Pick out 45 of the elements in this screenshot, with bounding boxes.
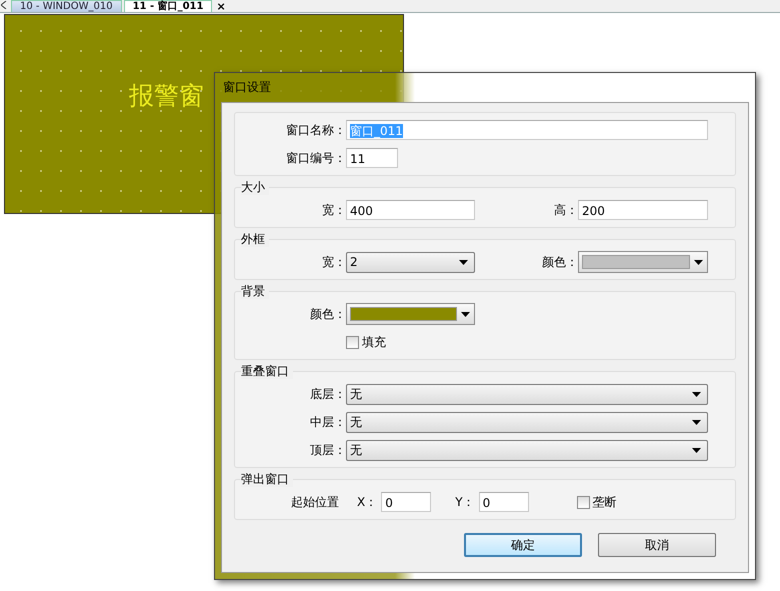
tab[interactable]: 11 - 窗口_011: [124, 0, 212, 12]
group-title: 重叠窗口: [241, 363, 293, 379]
dropdown[interactable]: 无: [346, 384, 708, 404]
dropdown[interactable]: 无: [346, 440, 708, 460]
input-field[interactable]: 0: [478, 492, 529, 512]
field-label: 顶层：: [309, 442, 346, 458]
input-field[interactable]: 200: [578, 200, 708, 220]
field-label: 窗口编号：: [285, 150, 346, 166]
checkbox[interactable]: 垄断: [576, 494, 617, 510]
field-label: 中层：: [309, 414, 346, 430]
caret-icon: [459, 260, 468, 264]
caret-icon: [692, 448, 701, 452]
field-label: 底层：: [309, 386, 346, 402]
field-label: X：: [357, 494, 378, 510]
field-label: 宽：: [321, 254, 346, 270]
dropdown[interactable]: 2: [346, 252, 475, 272]
checkbox[interactable]: 填充: [346, 334, 475, 350]
input-field[interactable]: 0: [381, 492, 432, 512]
dropdown[interactable]: 无: [346, 412, 708, 432]
group-title: 弹出窗口: [241, 471, 293, 487]
color-dropdown[interactable]: [346, 303, 475, 325]
color-dropdown[interactable]: [578, 251, 708, 273]
group-title: 背景: [241, 283, 269, 299]
caret-icon: [694, 260, 703, 264]
caret-icon: [461, 312, 470, 316]
dialog-title: 窗口设置: [222, 79, 272, 96]
group-title: 外框: [241, 231, 269, 247]
field-label: 高：: [553, 202, 578, 218]
canvas-title: 报警窗: [129, 81, 204, 111]
field-label: 起始位置: [291, 494, 339, 510]
caret-icon: [692, 392, 701, 396]
dialog-button[interactable]: 取消: [598, 533, 716, 557]
input-field[interactable]: 11: [346, 148, 398, 168]
scroll-left-icon[interactable]: [1, 1, 7, 9]
close-button[interactable]: ×: [216, 1, 226, 12]
caret-icon: [692, 420, 701, 424]
field-label: 宽：: [321, 202, 346, 218]
input-field[interactable]: 400: [346, 200, 475, 220]
group-title: 大小: [241, 179, 269, 195]
dialog-button[interactable]: 确定: [464, 533, 582, 557]
tab[interactable]: 10 - WINDOW_010: [11, 0, 122, 12]
field-label: 颜色：: [309, 306, 346, 322]
field-label: Y：: [455, 494, 475, 510]
field-label: 窗口名称：: [285, 122, 346, 138]
field-label: 颜色：: [541, 254, 578, 270]
